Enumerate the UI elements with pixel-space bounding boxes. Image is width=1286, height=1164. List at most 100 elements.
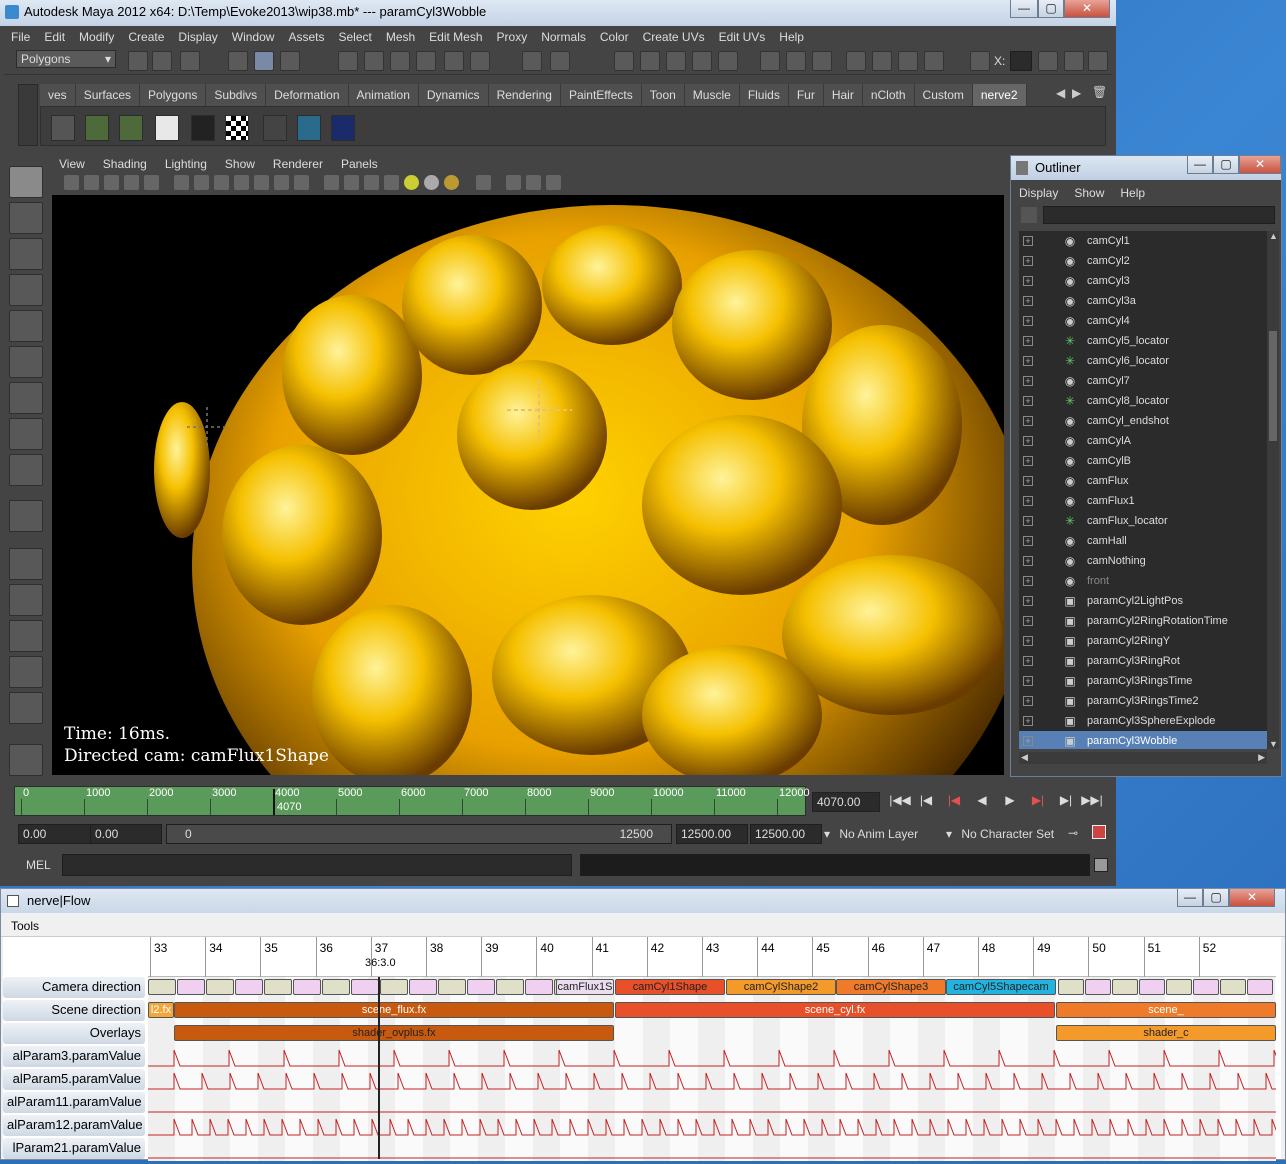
shelf-graph-icon[interactable] xyxy=(297,115,321,141)
manipulator-tool-icon[interactable] xyxy=(9,382,43,414)
all-lights-icon[interactable] xyxy=(424,175,439,190)
camera-clip-small[interactable] xyxy=(206,979,234,995)
camera-clip-small[interactable] xyxy=(1166,979,1192,995)
shelf-tab-rendering[interactable]: Rendering xyxy=(488,84,561,106)
track-area[interactable]: camFlux1S camCyl1Shape camCylShape2 camCylS… xyxy=(148,977,1276,1000)
script-editor-icon[interactable] xyxy=(1094,858,1108,872)
scene-clip[interactable]: scene_cyl.fx xyxy=(615,1002,1055,1018)
shelf-tab-dynamics[interactable]: Dynamics xyxy=(418,84,489,106)
track-label[interactable]: alParam3.paramValue xyxy=(3,1046,145,1067)
camera-clip-small[interactable] xyxy=(380,979,408,995)
panel-menu-renderer[interactable]: Renderer xyxy=(264,155,332,173)
outliner-item[interactable]: + ✳ camCyl8_locator xyxy=(1019,391,1267,411)
timeline-ruler[interactable]: 33 34 35 36 37 38 39 40 41 42 43 44 45 46 47 48 49 50 51 52 xyxy=(148,937,1276,977)
grid-icon[interactable] xyxy=(174,175,189,190)
shelf-tab-surfaces[interactable]: Surfaces xyxy=(75,84,141,106)
flow-maximize-button[interactable]: ▢ xyxy=(1203,889,1229,907)
camera-clip-small[interactable] xyxy=(409,979,437,995)
transform-icon[interactable] xyxy=(970,51,990,71)
panel-menu-view[interactable]: View xyxy=(50,155,94,173)
flow-close-button[interactable]: ✕ xyxy=(1229,889,1275,907)
camera-clip-small[interactable] xyxy=(438,979,466,995)
expand-icon[interactable]: + xyxy=(1023,596,1033,606)
menu-normals[interactable]: Normals xyxy=(534,27,593,47)
outliner-item[interactable]: + ▣ paramCyl3RingsTime2 xyxy=(1019,691,1267,711)
magnet-icon[interactable] xyxy=(666,51,686,71)
default-light-icon[interactable] xyxy=(404,175,419,190)
snap-curve-icon[interactable] xyxy=(364,51,384,71)
coord-input[interactable] xyxy=(1010,51,1032,71)
smooth-shade-icon[interactable] xyxy=(344,175,359,190)
start-time-field[interactable]: 0.00 xyxy=(18,824,94,844)
scroll-right-icon[interactable]: ▶ xyxy=(1258,752,1265,763)
maximize-button[interactable]: ▢ xyxy=(1038,0,1064,18)
snap-plane-icon[interactable] xyxy=(416,51,436,71)
shelf-tab-muscle[interactable]: Muscle xyxy=(684,84,740,106)
menu-edit[interactable]: Edit xyxy=(37,27,72,47)
shelf-tab-toon[interactable]: Toon xyxy=(641,84,685,106)
construction-icon[interactable] xyxy=(470,51,490,71)
sidebar-toggle-icon-2[interactable] xyxy=(1064,51,1084,71)
expand-icon[interactable]: + xyxy=(1023,476,1033,486)
playhead[interactable] xyxy=(378,977,380,1159)
step-forward-key-icon[interactable]: ▶| xyxy=(1054,793,1078,811)
expand-icon[interactable]: + xyxy=(1023,396,1033,406)
menu-window[interactable]: Window xyxy=(225,27,282,47)
outliner-item[interactable]: + ✳ camCyl6_locator xyxy=(1019,351,1267,371)
expand-icon[interactable]: + xyxy=(1023,696,1033,706)
four-view-layout-icon[interactable] xyxy=(9,584,43,616)
step-back-key-icon[interactable]: |◀ xyxy=(914,793,938,811)
menu-proxy[interactable]: Proxy xyxy=(490,27,535,47)
menu-edit-uvs[interactable]: Edit UVs xyxy=(712,27,773,47)
expand-icon[interactable]: + xyxy=(1023,676,1033,686)
expand-icon[interactable]: + xyxy=(1023,656,1033,666)
expand-icon[interactable]: + xyxy=(1023,356,1033,366)
safe-action-icon[interactable] xyxy=(274,175,289,190)
menu-create[interactable]: Create xyxy=(121,27,171,47)
expand-icon[interactable]: + xyxy=(1023,736,1033,746)
outliner-item[interactable]: + ◉ camCyl7 xyxy=(1019,371,1267,391)
menu-mesh[interactable]: Mesh xyxy=(379,27,422,47)
expand-icon[interactable]: + xyxy=(1023,236,1033,246)
outliner-item[interactable]: + ◉ front xyxy=(1019,571,1267,591)
step-forward-frame-icon[interactable]: ▶| xyxy=(1026,793,1050,811)
isolate-select-icon[interactable] xyxy=(476,175,491,190)
playback-end-field[interactable]: 12500.00 xyxy=(676,824,748,844)
range-slider[interactable]: 0 12500 xyxy=(166,824,672,844)
play-forwards-icon[interactable]: ▶ xyxy=(998,793,1022,811)
select-hierarchy-icon[interactable] xyxy=(228,51,248,71)
camera-clip-small[interactable] xyxy=(525,979,553,995)
single-view-layout-icon[interactable] xyxy=(9,548,43,580)
tools-menu[interactable]: Tools xyxy=(11,919,39,933)
show-manip-tool-icon[interactable] xyxy=(9,454,43,486)
mode-dropdown[interactable]: Polygons ▾ xyxy=(16,50,116,68)
expand-icon[interactable]: + xyxy=(1023,376,1033,386)
anim-layer-dropdown[interactable]: ▾ No Anim Layer xyxy=(824,827,918,841)
gate-mask-icon[interactable] xyxy=(234,175,249,190)
camera-clip[interactable]: camCyl5Shapecam xyxy=(946,979,1056,995)
outliner-layout-icon[interactable] xyxy=(9,692,43,724)
outliner-item[interactable]: + ✳ camFlux_locator xyxy=(1019,511,1267,531)
outliner-menu-help[interactable]: Help xyxy=(1112,184,1153,204)
scene-clip[interactable]: l2.fx xyxy=(148,1002,174,1018)
menu-display[interactable]: Display xyxy=(171,27,224,47)
scene-clip[interactable]: scene_flux.fx xyxy=(174,1002,614,1018)
shelf-tab-polygons[interactable]: Polygons xyxy=(140,84,207,106)
camera-clip-small[interactable] xyxy=(1193,979,1219,995)
rotate-tool-icon[interactable] xyxy=(9,310,43,342)
shelf-clapper-icon[interactable] xyxy=(191,115,215,141)
3d-viewport[interactable]: Time: 16ms. Directed cam: camFlux1Shape xyxy=(52,195,1004,775)
shelf-tab-hair[interactable]: Hair xyxy=(823,84,863,106)
outliner-item[interactable]: + ◉ camCyl2 xyxy=(1019,251,1267,271)
select-tool-icon[interactable] xyxy=(9,166,43,198)
shelf-document-icon[interactable] xyxy=(155,115,179,141)
menu-color[interactable]: Color xyxy=(593,27,636,47)
shelf-tab-subdivs[interactable]: Subdivs xyxy=(206,84,267,106)
shelf-tab-animation[interactable]: Animation xyxy=(348,84,419,106)
camera-clip[interactable]: camCyl1Shape xyxy=(615,979,725,995)
safe-title-icon[interactable] xyxy=(294,175,309,190)
outliner-item[interactable]: + ◉ camCyl1 xyxy=(1019,231,1267,251)
shelf-tab-fluids[interactable]: Fluids xyxy=(739,84,789,106)
outliner-item[interactable]: + ◉ camHall xyxy=(1019,531,1267,551)
field-chart-icon[interactable] xyxy=(254,175,269,190)
